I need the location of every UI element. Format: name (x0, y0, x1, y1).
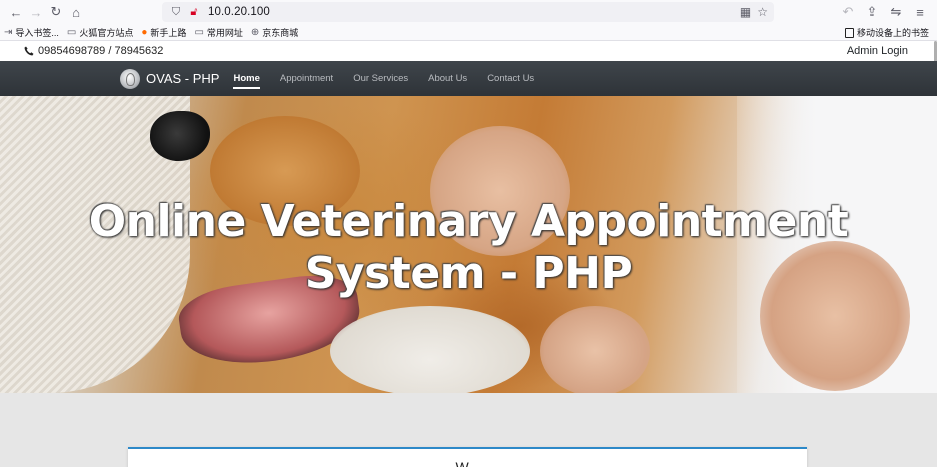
url-bar[interactable]: ⛉ 🔓︎ 10.0.20.100 ▦ ☆ (162, 2, 774, 22)
nav-appointment[interactable]: Appointment (280, 73, 333, 84)
brand-logo-icon (120, 68, 140, 89)
mobile-bookmarks[interactable]: 移动设备上的书签 (844, 24, 929, 41)
reload-icon[interactable]: ↻ (46, 2, 66, 22)
content-section: W... (0, 393, 937, 467)
browser-toolbar: ← → ↻ ⌂ ⛉ 🔓︎ 10.0.20.100 ▦ ☆ ↶ ⇪ ⇋ ≡ (0, 0, 937, 24)
bookmark-jd[interactable]: ⊕ 京东商城 (251, 26, 298, 39)
share-icon[interactable]: ⇪ (861, 2, 883, 22)
nav-buttons: ← → ↻ ⌂ (6, 2, 86, 22)
card-title: W... (455, 459, 480, 467)
firefox-icon: ● (141, 26, 148, 38)
folder-icon: ▭ (66, 26, 77, 38)
undo-icon[interactable]: ↶ (837, 2, 859, 22)
hero-banner: Online Veterinary Appointment System - P… (0, 96, 937, 393)
admin-login-link[interactable]: Admin Login (847, 45, 908, 57)
url-text[interactable]: 10.0.20.100 (208, 6, 270, 18)
brand-name: OVAS - PHP (146, 71, 220, 86)
extensions-icon[interactable]: ⇋ (885, 2, 907, 22)
bookmark-firefox-site[interactable]: ▭ 火狐官方站点 (67, 26, 133, 39)
hero-image-dog-nose (150, 111, 210, 161)
mobile-device-icon (844, 27, 854, 38)
insecure-lock-icon[interactable]: 🔓︎ (186, 6, 202, 19)
hero-title: Online Veterinary Appointment System - P… (88, 196, 849, 299)
welcome-card: W... (128, 447, 807, 467)
nav-our-services[interactable]: Our Services (353, 73, 408, 84)
phone-icon (24, 46, 34, 56)
phone-numbers: 09854698789 / 78945632 (38, 45, 164, 57)
import-icon: ⇥ (4, 26, 13, 38)
hero-image-sleeve (330, 306, 530, 393)
bookmark-star-icon[interactable]: ☆ (757, 5, 768, 19)
bookmark-getting-started[interactable]: ● 新手上路 (141, 26, 186, 39)
bookmark-common-sites[interactable]: ▭ 常用网址 (194, 26, 242, 39)
globe-icon: ⊕ (250, 26, 260, 38)
contact-topbar: 09854698789 / 78945632 Admin Login (0, 41, 937, 61)
brand[interactable]: OVAS - PHP (120, 68, 220, 89)
shield-icon[interactable]: ⛉ (168, 6, 184, 19)
home-icon[interactable]: ⌂ (66, 2, 86, 22)
nav-contact-us[interactable]: Contact Us (487, 73, 534, 84)
folder-icon: ▭ (194, 26, 204, 38)
bookmark-import[interactable]: ⇥ 导入书签... (4, 26, 59, 39)
hero-image-hand (540, 306, 650, 393)
nav-home[interactable]: Home (233, 73, 261, 89)
forward-icon[interactable]: → (26, 2, 46, 22)
back-icon[interactable]: ← (6, 2, 26, 22)
nav-about-us[interactable]: About Us (428, 73, 467, 84)
qr-code-icon[interactable]: ▦ (740, 5, 751, 19)
menu-icon[interactable]: ≡ (909, 2, 931, 22)
main-navbar: OVAS - PHP Home Appointment Our Services… (0, 61, 937, 96)
bookmarks-bar: ⇥ 导入书签... ▭ 火狐官方站点 ● 新手上路 ▭ 常用网址 ⊕ 京东商城 移动设备上… (0, 24, 937, 41)
